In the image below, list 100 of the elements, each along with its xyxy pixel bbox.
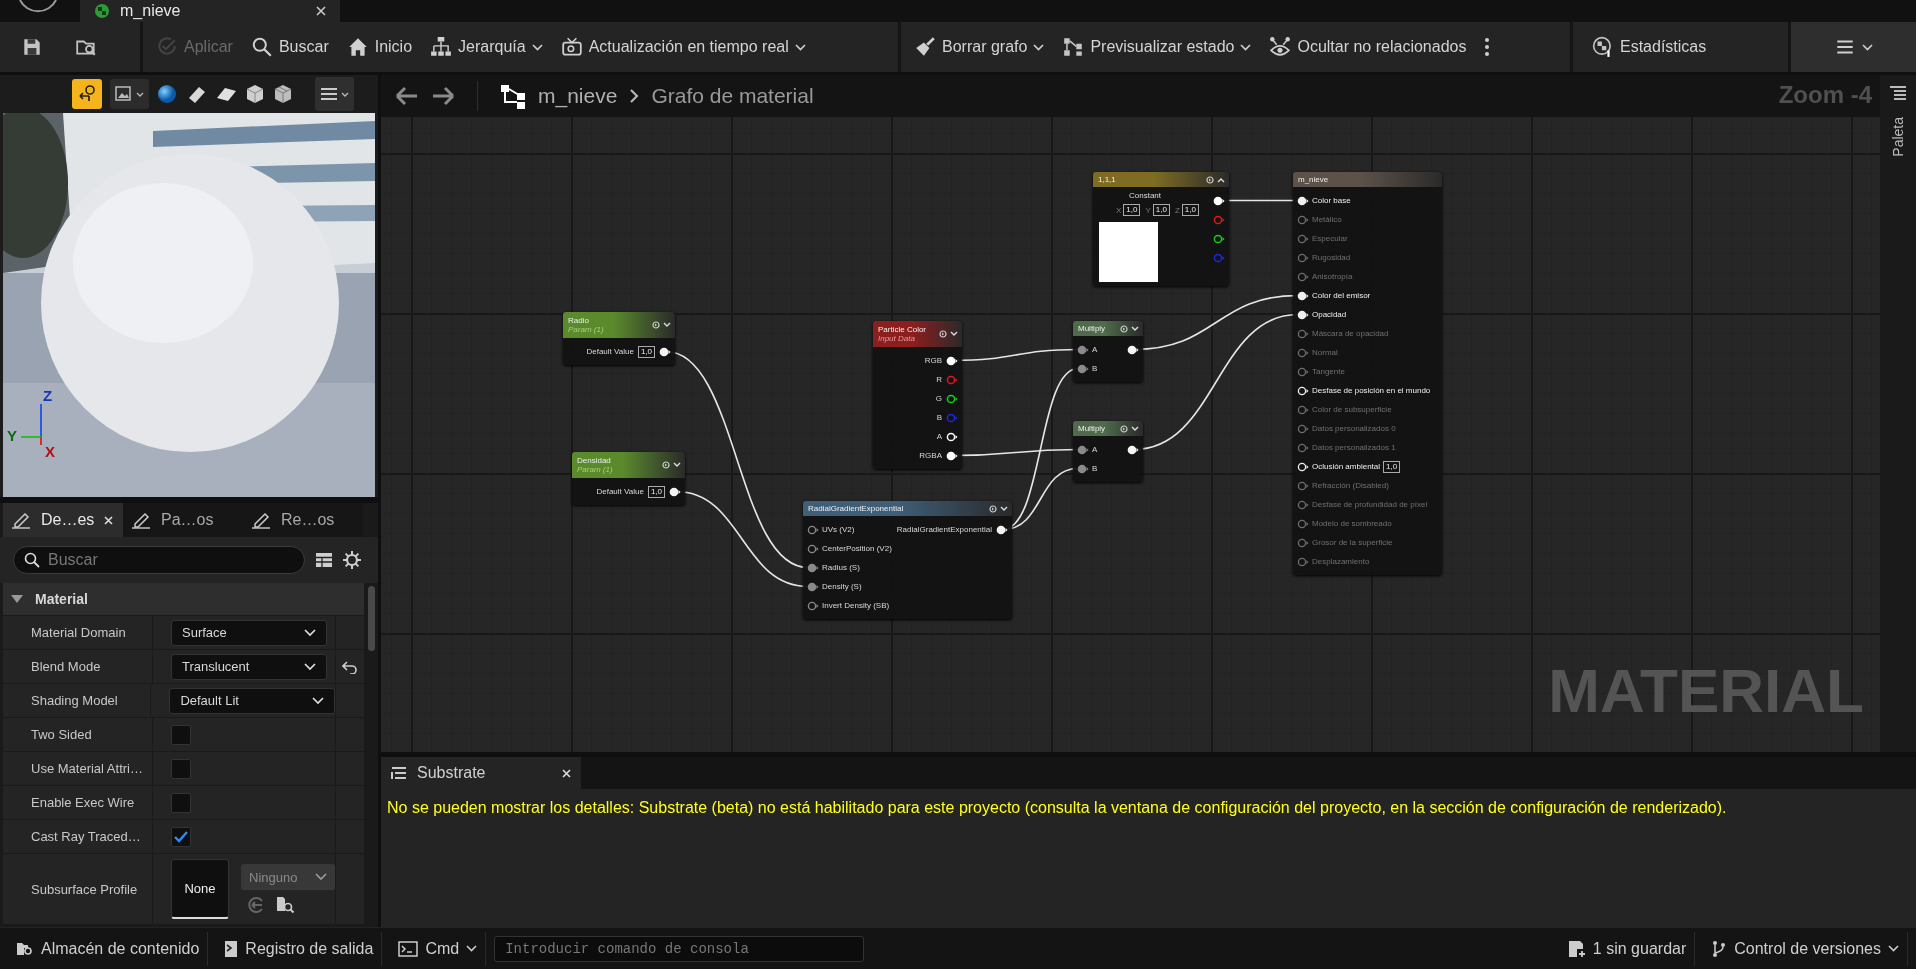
node-card[interactable]: Particle Color Input Data RGB R G B A RGBA: [873, 321, 962, 469]
content-browser-button[interactable]: Almacén de contenido: [8, 931, 209, 966]
node-card[interactable]: RadialGradientExponential UVs (V2) RadialGradientExponential CenterPosition (V2) Radius (S) Density (S) Invert Density (SB): [803, 501, 1012, 619]
pin-label: Normal: [1312, 348, 1338, 357]
node-card[interactable]: Radio Param (1) Default Value 1,0: [563, 312, 675, 365]
property-label: Enable Exec Wire: [31, 795, 135, 810]
node-subtitle: Param (1): [577, 465, 614, 474]
unsaved-button[interactable]: 1 sin guardar: [1559, 931, 1696, 966]
node-header[interactable]: Multiply: [1073, 421, 1143, 436]
pin-label: Datos personalizados 1: [1312, 443, 1396, 452]
pin-label: Tangente: [1312, 367, 1345, 376]
pin-label: Rugosidad: [1312, 253, 1351, 262]
node-card[interactable]: 1,1,1 Constant X 1,0 Y 1,0 Z 1,0: [1093, 172, 1229, 286]
pin-label: Color del emisor: [1312, 291, 1371, 300]
console-input[interactable]: Introducir comando de consola: [494, 935, 865, 962]
node-title: 1,1,1: [1098, 175, 1117, 184]
pin-label: Opacidad: [1312, 310, 1347, 319]
pin-label: Desplazamiento: [1312, 557, 1370, 566]
pin-label: A: [1092, 345, 1098, 354]
zoom-level: Zoom -4: [1778, 81, 1872, 109]
toolbar-button[interactable]: Jerarquía: [423, 29, 550, 65]
dropdown[interactable]: Surface: [171, 619, 327, 646]
pin-label: Especular: [1312, 234, 1348, 243]
axis-label: X: [1116, 205, 1122, 215]
cmd-dropdown[interactable]: Cmd: [390, 931, 487, 966]
node-subtitle: Param (1): [568, 325, 605, 334]
node-title: m_nieve: [1298, 175, 1330, 184]
search-field[interactable]: Buscar: [13, 546, 305, 574]
value-field[interactable]: 1,0: [1123, 204, 1141, 216]
node-title: RadialGradientExponential: [808, 504, 905, 513]
panel-tab[interactable]: Re…os: [243, 503, 363, 537]
toolbar-button[interactable]: Inicio: [339, 29, 420, 65]
pin-label: A: [936, 432, 942, 441]
output-log-button[interactable]: Registro de salida: [216, 931, 383, 966]
value-field[interactable]: 1,0: [647, 485, 665, 498]
node-header[interactable]: Radio Param (1): [563, 312, 675, 338]
toolbar-button[interactable]: Borrar grafo: [907, 29, 1052, 65]
pin-label: CenterPosition (V2): [822, 544, 892, 553]
value-field[interactable]: 1,0: [1181, 204, 1199, 216]
pin-label: Radius (S): [822, 563, 860, 572]
pin-label: Density (S): [822, 582, 862, 591]
pin-label: B: [1092, 364, 1098, 373]
node-title: Multiply: [1078, 424, 1107, 433]
source-control-button[interactable]: Control de versiones: [1703, 931, 1908, 966]
document-tab[interactable]: m_nieve: [80, 0, 340, 22]
pin-label: UVs (V2): [822, 525, 855, 534]
node-title: Particle Color: [878, 325, 927, 334]
pin-label: RGB: [924, 356, 942, 365]
toolbar-button[interactable]: Ocultar no relacionados: [1262, 29, 1474, 65]
category-header[interactable]: Material: [3, 583, 364, 616]
value-field[interactable]: 1,0: [1383, 460, 1401, 473]
pin-label: Desfase de posición en el mundo: [1312, 386, 1431, 395]
tab-title: m_nieve: [120, 2, 182, 20]
toolbar-button[interactable]: Actualización en tiempo real: [553, 29, 813, 65]
breadcrumb-current: Grafo de material: [651, 84, 814, 108]
graph-watermark: MATERIAL: [1548, 655, 1864, 726]
pin-label: Metálico: [1312, 215, 1342, 224]
dropdown[interactable]: Default Lit: [169, 687, 336, 714]
node-header[interactable]: Multiply: [1073, 321, 1143, 336]
pin-label: RGBA: [919, 451, 942, 460]
node-header[interactable]: RadialGradientExponential: [803, 501, 1012, 516]
pin-label: Default Value: [596, 487, 644, 496]
node-subtitle: Input Data: [878, 334, 916, 343]
value-field[interactable]: 1,0: [637, 345, 655, 358]
node-card[interactable]: Multiply A B: [1073, 321, 1143, 382]
pin-label: Modelo de sombreado: [1312, 519, 1392, 528]
axis-label: Y: [1145, 205, 1151, 215]
node-header[interactable]: 1,1,1: [1093, 172, 1229, 187]
property-label: Two Sided: [31, 727, 92, 742]
property-label: Use Material Attri…: [31, 761, 143, 776]
pin-label: Máscara de opacidad: [1312, 329, 1389, 338]
node-title: Multiply: [1078, 324, 1107, 333]
pin-label: B: [1092, 464, 1098, 473]
node-header[interactable]: Particle Color Input Data: [873, 321, 962, 347]
pin-label: G: [935, 394, 942, 403]
breadcrumb-link[interactable]: m_nieve: [538, 84, 618, 108]
property-label: Material Domain: [31, 625, 126, 640]
panel-tab[interactable]: Pa…os: [123, 503, 243, 537]
palette-label[interactable]: Paleta: [1890, 117, 1906, 157]
node-header[interactable]: m_nieve: [1293, 172, 1442, 187]
pin-label: RadialGradientExponential: [896, 525, 992, 534]
pin-label: Desfase de profundidad de píxel: [1312, 500, 1428, 509]
panel-tab[interactable]: De…es: [3, 503, 123, 537]
axis-label: Z: [43, 387, 53, 404]
node-header[interactable]: Densidad Param (1): [572, 452, 685, 478]
pin-label: Refracción (Disabled): [1312, 481, 1389, 490]
dropdown[interactable]: Translucent: [171, 653, 327, 680]
value-field[interactable]: 1,0: [1152, 204, 1170, 216]
node-title: Densidad: [577, 456, 612, 465]
property-label: Shading Model: [31, 693, 118, 708]
toolbar-button[interactable]: Previsualizar estado: [1055, 29, 1259, 65]
pin-label: B: [936, 413, 942, 422]
pin-label: Oclusión ambiental: [1312, 462, 1381, 471]
node-card[interactable]: Multiply A B: [1073, 421, 1143, 482]
toolbar-button[interactable]: Buscar: [243, 29, 336, 65]
pin-label: R: [936, 375, 942, 384]
asset-thumbnail[interactable]: None: [171, 859, 229, 919]
panel-tab[interactable]: Substrate: [381, 757, 581, 789]
node-card[interactable]: Densidad Param (1) Default Value 1,0: [572, 452, 685, 505]
pin-label: Invert Density (SB): [822, 601, 890, 610]
